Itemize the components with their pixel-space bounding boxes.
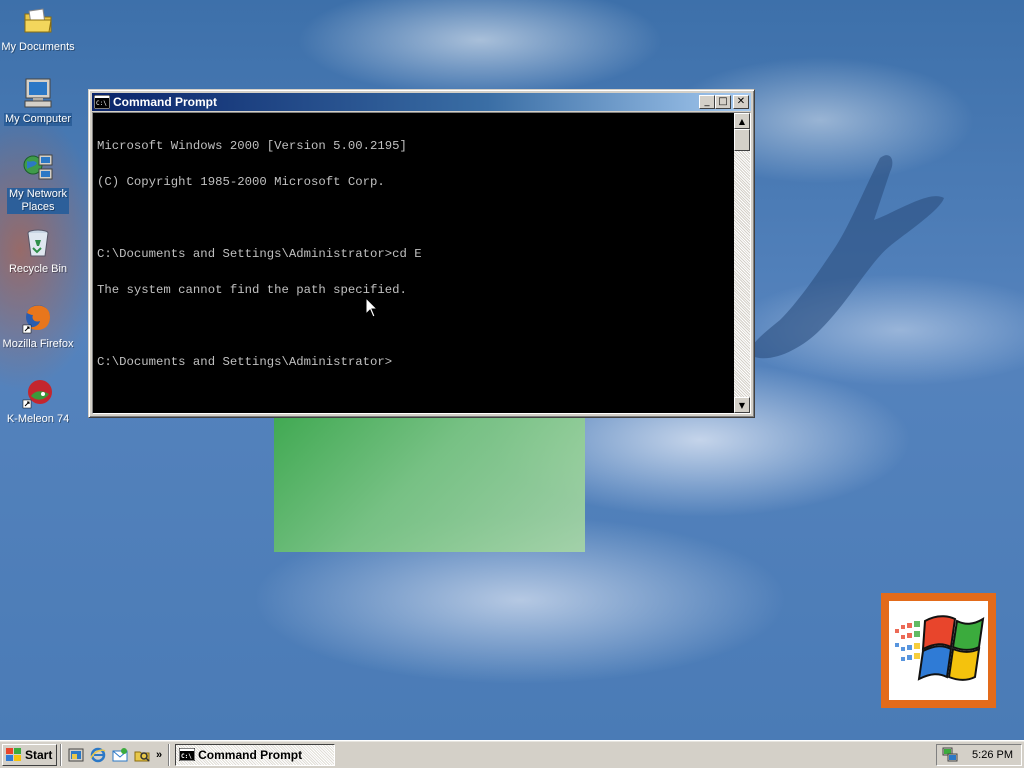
desktop-icon-label: Recycle Bin xyxy=(8,263,68,275)
taskbar-separator xyxy=(168,743,171,766)
svg-text:C:\: C:\ xyxy=(181,753,192,760)
console-line: (C) Copyright 1985-2000 Microsoft Corp. xyxy=(97,175,385,189)
desktop-icon-label: K-Meleon 74 xyxy=(6,413,70,425)
scroll-down-button[interactable]: ▼ xyxy=(734,397,750,413)
arrow-down-icon: ▼ xyxy=(738,400,746,410)
minimize-icon: _ xyxy=(704,96,710,107)
desktop-icon-k-meleon[interactable]: K-Meleon 74 xyxy=(0,376,76,426)
recycle-bin-icon xyxy=(27,229,49,257)
mouse-pointer-icon xyxy=(365,297,379,318)
command-prompt-window[interactable]: C:\ Command Prompt _ □ ✕ Microsoft Windo… xyxy=(88,89,755,418)
desktop-icon-label: My Documents xyxy=(1,41,75,53)
desktop: My Documents My Computer My Network Plac… xyxy=(0,0,1024,740)
wallpaper-figure-shadow xyxy=(749,155,944,359)
maximize-button[interactable]: □ xyxy=(715,95,731,109)
scrollbar-track[interactable] xyxy=(734,151,750,397)
svg-text:C:\: C:\ xyxy=(96,100,107,107)
network-connection-icon[interactable] xyxy=(941,747,959,763)
windows-flag-icon xyxy=(894,614,984,681)
console-area[interactable]: Microsoft Windows 2000 [Version 5.00.219… xyxy=(92,112,751,414)
outlook-express-icon[interactable] xyxy=(112,747,128,763)
console-line: Microsoft Windows 2000 [Version 5.00.219… xyxy=(97,139,407,153)
arrow-up-icon: ▲ xyxy=(738,116,746,126)
system-tray: 5:26 PM xyxy=(936,743,1022,766)
firefox-icon xyxy=(22,305,50,334)
taskbar: Start » C:\ Command Prompt 5:26 PM xyxy=(0,740,1024,768)
desktop-icon-my-documents[interactable]: My Documents xyxy=(0,4,76,54)
scroll-up-button[interactable]: ▲ xyxy=(734,113,750,129)
desktop-icon-my-computer[interactable]: My Computer xyxy=(0,76,76,126)
command-prompt-icon[interactable]: C:\ xyxy=(94,95,110,109)
desktop-icon-recycle-bin[interactable]: Recycle Bin xyxy=(0,226,76,276)
console-prompt-line: C:\Documents and Settings\Administrator> xyxy=(97,355,393,369)
wallpaper-green-panel xyxy=(274,418,585,552)
kmeleon-icon xyxy=(22,380,52,409)
console-output[interactable]: Microsoft Windows 2000 [Version 5.00.219… xyxy=(93,113,734,413)
network-places-icon xyxy=(23,154,53,180)
windows-flag-icon xyxy=(6,747,21,761)
taskbar-button-label: Command Prompt xyxy=(198,747,303,762)
console-line: C:\Documents and Settings\Administrator>… xyxy=(97,247,422,261)
minimize-button[interactable]: _ xyxy=(699,95,715,109)
windows-logo-badge xyxy=(881,593,996,708)
console-line: The system cannot find the path specifie… xyxy=(97,283,407,297)
computer-icon xyxy=(24,78,52,108)
command-prompt-icon: C:\ xyxy=(179,748,196,761)
start-button[interactable]: Start xyxy=(2,743,57,766)
internet-explorer-icon[interactable] xyxy=(90,747,106,763)
close-button[interactable]: ✕ xyxy=(733,95,749,109)
windows-explorer-icon[interactable] xyxy=(134,747,150,763)
taskbar-button-command-prompt[interactable]: C:\ Command Prompt xyxy=(175,743,336,766)
desktop-icon-mozilla-firefox[interactable]: Mozilla Firefox xyxy=(0,301,76,351)
desktop-icon-label: My Computer xyxy=(3,113,73,126)
folder-documents-icon xyxy=(24,8,52,33)
window-title: Command Prompt xyxy=(113,95,218,109)
taskbar-clock[interactable]: 5:26 PM xyxy=(972,749,1017,761)
quick-launch-more-button[interactable]: » xyxy=(156,749,162,761)
desktop-icon-label: My Network Places xyxy=(7,188,69,214)
start-label: Start xyxy=(25,747,53,762)
maximize-icon: □ xyxy=(718,96,728,107)
desktop-icon-my-network-places[interactable]: My Network Places xyxy=(0,151,76,214)
desktop-icon-label: Mozilla Firefox xyxy=(2,338,74,350)
window-title-bar[interactable]: C:\ Command Prompt _ □ ✕ xyxy=(92,93,751,111)
taskbar-separator xyxy=(60,743,62,766)
close-icon: ✕ xyxy=(736,96,746,107)
vertical-scrollbar[interactable]: ▲ ▼ xyxy=(734,113,750,413)
show-desktop-icon[interactable] xyxy=(68,747,84,763)
scrollbar-thumb[interactable] xyxy=(734,129,750,151)
